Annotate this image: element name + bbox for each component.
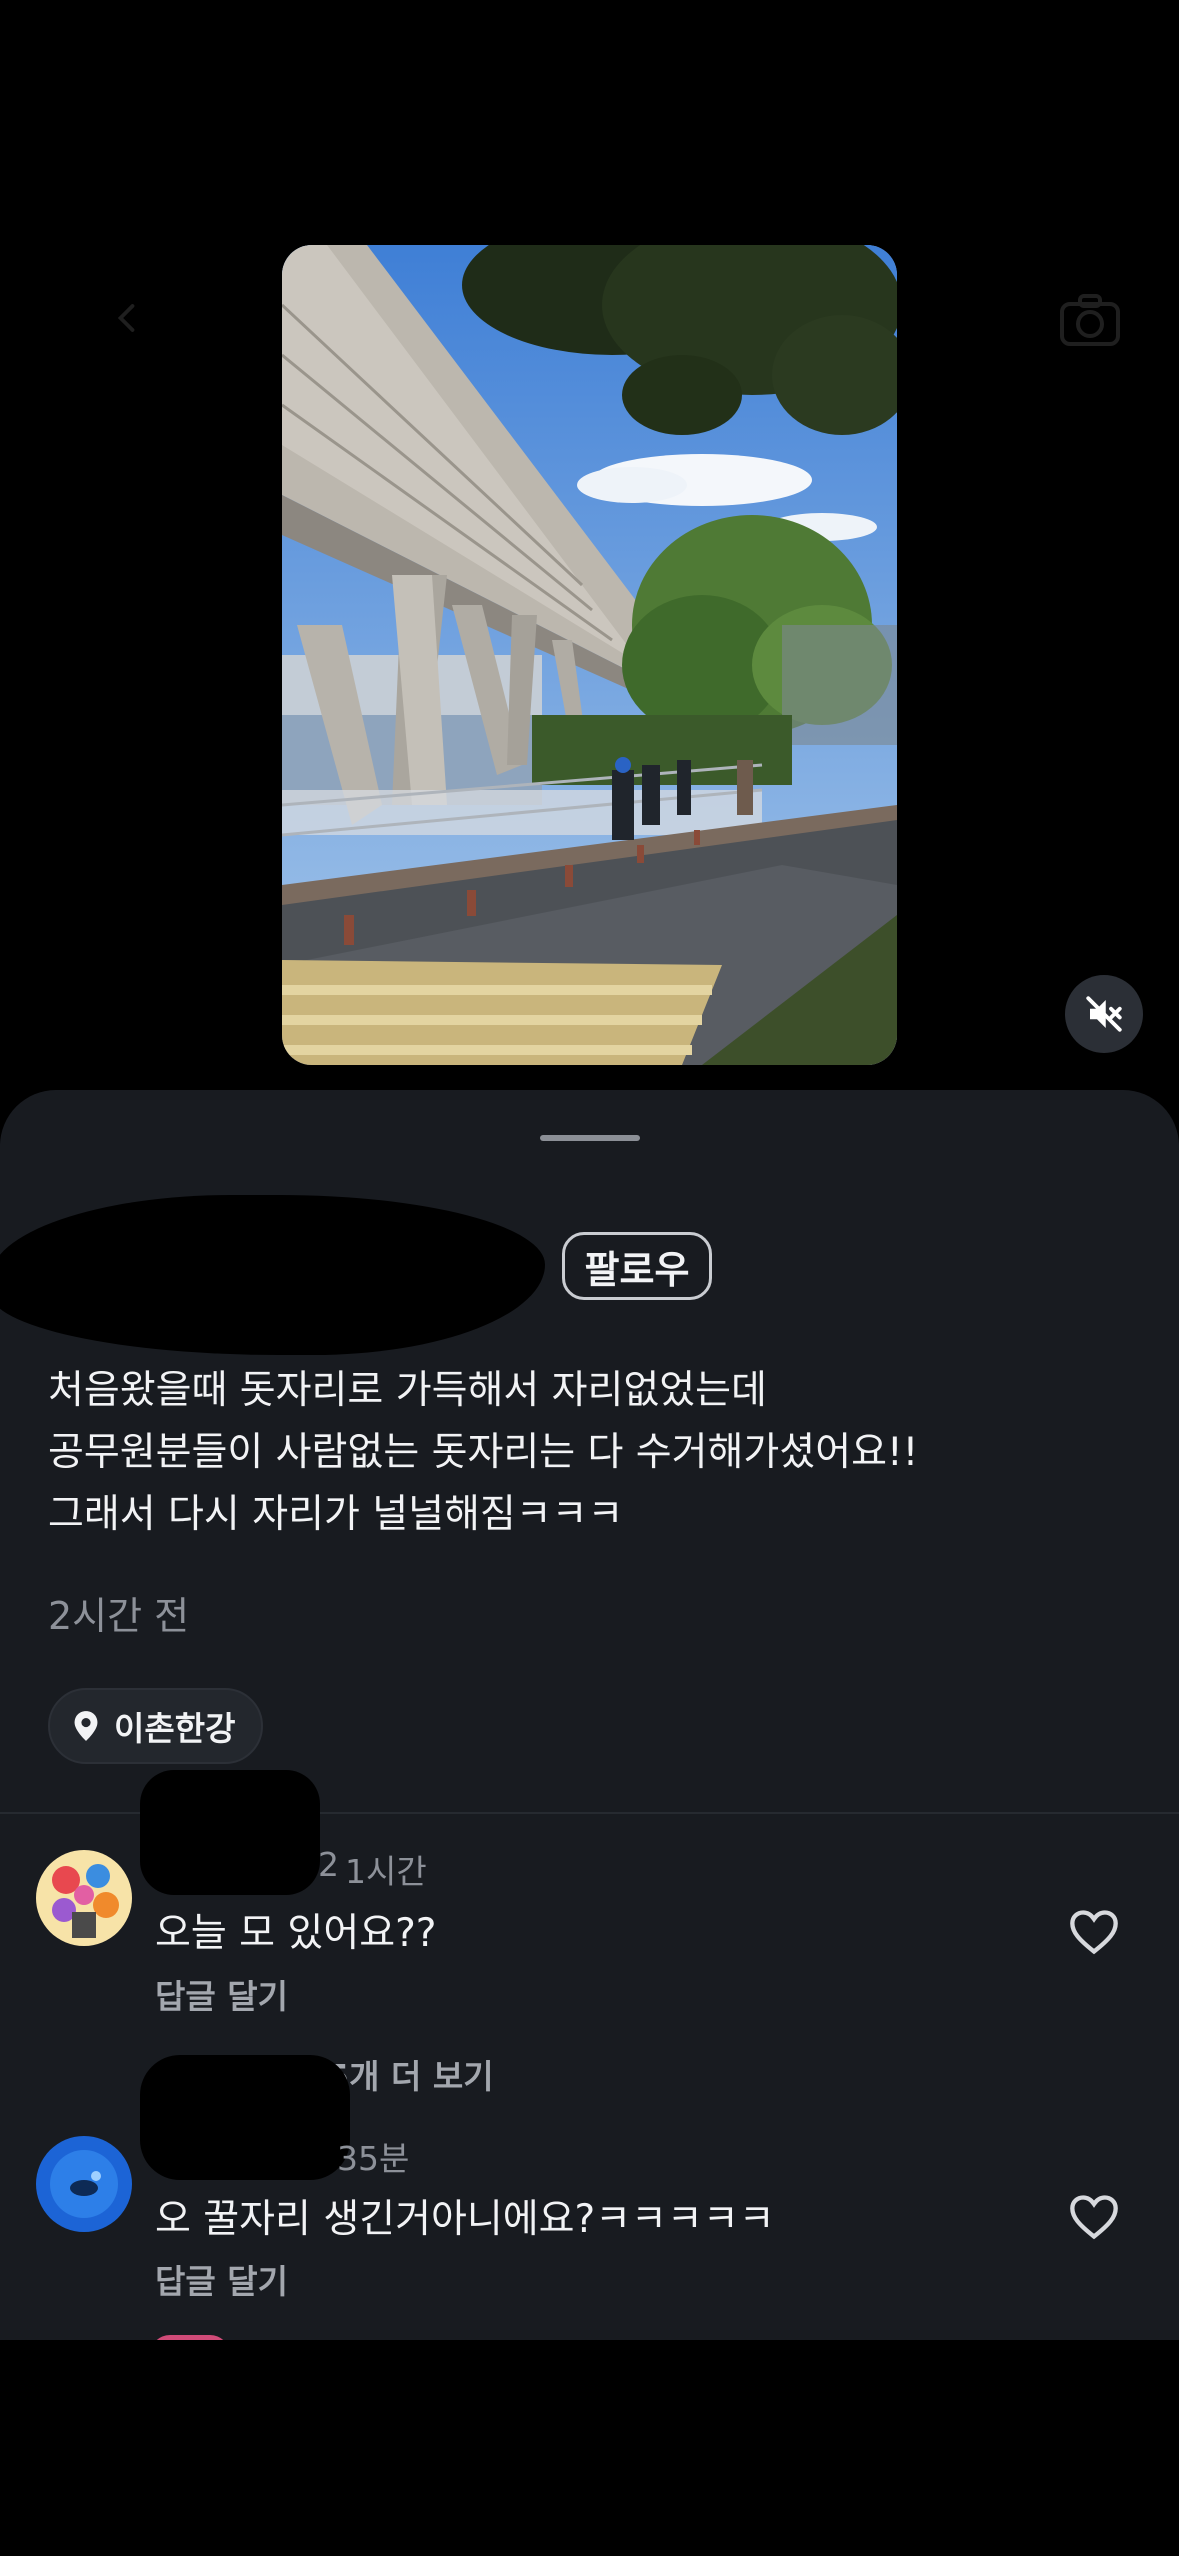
speaker-muted-icon (1086, 996, 1122, 1032)
comment-username-tail[interactable]: 2 (318, 1845, 339, 1884)
camera-icon[interactable] (1058, 292, 1122, 348)
comment-text: 오 꿀자리 생긴거아니에요?ㅋㅋㅋㅋㅋ (155, 2197, 775, 2242)
location-label: 이촌한강 (114, 1709, 236, 1748)
comment-text: 오늘 모 있어요?? (155, 1911, 437, 1956)
follow-button[interactable]: 팔로우 (562, 1232, 712, 1300)
mute-toggle-button[interactable] (1065, 975, 1143, 1053)
redacted-username (140, 2055, 350, 2180)
redacted-author-area (0, 1195, 545, 1355)
post-details-sheet: 3 팔로우 처음왔을때 돗자리로 가득해서 자리없었는데 공무원분들이 사람없는… (0, 1090, 1179, 2340)
back-chevron-icon[interactable] (110, 300, 146, 336)
post-timestamp: 2시간 전 (48, 1594, 190, 1638)
heart-outline-icon[interactable] (1068, 1908, 1120, 1956)
bottom-area (0, 2340, 1179, 2556)
caption-line: 처음왔을때 돗자리로 가득해서 자리없었는데 (48, 1368, 767, 1413)
caption-line: 그래서 다시 자리가 널널해짐ㅋㅋㅋ (48, 1492, 624, 1537)
avatar[interactable] (36, 1850, 132, 1946)
post-caption: 처음왔을때 돗자리로 가득해서 자리없었는데 공무원분들이 사람없는 돗자리는 … (48, 1360, 1138, 1546)
redacted-username (140, 1770, 320, 1895)
reply-button[interactable]: 답글 달기 (155, 1970, 288, 2018)
comment-time: 35분 (337, 2139, 410, 2178)
reply-button[interactable]: 답글 달기 (155, 2255, 288, 2303)
location-tag[interactable]: 이촌한강 (48, 1688, 264, 1764)
comment-time: 1시간 (345, 1852, 427, 1891)
sheet-grabber-handle[interactable] (540, 1135, 640, 1141)
thread-post-screen: 3 팔로우 처음왔을때 돗자리로 가득해서 자리없었는데 공무원분들이 사람없는… (0, 0, 1179, 2556)
video-frame-scene (282, 245, 897, 1065)
map-pin-icon (72, 1710, 100, 1742)
author-row: 3 팔로우 (0, 1190, 1179, 1355)
heart-outline-icon[interactable] (1068, 2193, 1120, 2241)
caption-line: 공무원분들이 사람없는 돗자리는 다 수거해가셨어요!! (48, 1430, 919, 1475)
avatar[interactable] (36, 2136, 132, 2232)
post-video[interactable] (282, 245, 897, 1065)
